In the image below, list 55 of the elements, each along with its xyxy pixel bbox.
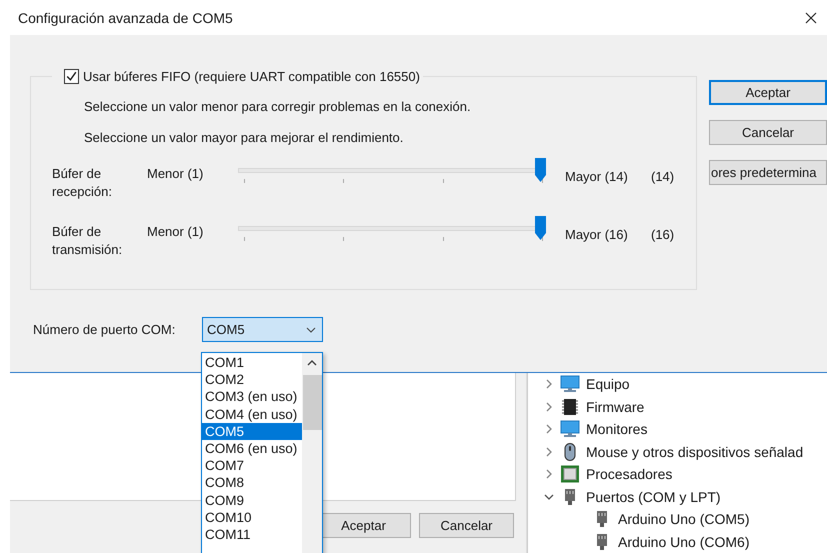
chevron-down-icon[interactable]: [544, 492, 554, 502]
dropdown-option[interactable]: COM2: [202, 371, 302, 388]
chevron-right-icon[interactable]: [544, 402, 554, 412]
dropdown-option[interactable]: COM5: [202, 422, 302, 440]
dialog-button[interactable]: Cancelar: [709, 120, 827, 145]
tree-item[interactable]: Firmware: [586, 398, 644, 415]
slider-thumb[interactable]: [535, 158, 546, 182]
max-label: Mayor (14): [565, 168, 629, 184]
value-label: (14): [651, 168, 676, 184]
dropdown-option[interactable]: COM4 (en uso): [202, 406, 302, 423]
monitor-icon: [560, 420, 580, 438]
hint-text: Seleccione un valor mayor para mejorar el rendimiento.: [84, 130, 404, 145]
slider-thumb[interactable]: [535, 216, 546, 240]
checkbox-label: Usar búferes FIFO (requiere UART compatible con 16550): [83, 69, 420, 84]
dropdown-option[interactable]: COM11: [202, 526, 302, 544]
scroll-thumb[interactable]: [302, 375, 322, 430]
tree-item[interactable]: Mouse y otros dispositivos señalad: [586, 444, 804, 460]
chip-icon: [560, 398, 580, 416]
tree-item[interactable]: Procesadores: [586, 466, 672, 482]
chevron-right-icon[interactable]: [544, 469, 554, 480]
dialog-button[interactable]: ores predetermina: [709, 160, 827, 185]
close-icon[interactable]: [805, 12, 817, 24]
processor-icon: [560, 465, 580, 484]
dropdown-option[interactable]: COM3 (en uso): [202, 388, 302, 406]
port-dropdown[interactable]: COM5: [202, 317, 323, 342]
hint-text: Seleccione un valor menor para corregir problemas en la conexión.: [84, 99, 472, 114]
caret-icon: [306, 326, 316, 332]
chevron-right-icon[interactable]: [544, 424, 554, 434]
scrollbar[interactable]: [302, 353, 322, 553]
port-label: Número de puerto COM:: [33, 322, 176, 337]
dropdown-option[interactable]: COM6 (en uso): [202, 440, 302, 458]
min-label: Menor (1): [147, 165, 204, 181]
dropdown-option[interactable]: COM8: [202, 474, 302, 492]
dropdown-option[interactable]: COM10: [202, 508, 302, 526]
value-label: (16): [651, 226, 676, 242]
tree-item[interactable]: Equipo: [586, 376, 630, 392]
dialog-button[interactable]: Cancelar: [419, 513, 514, 538]
dropdown-option[interactable]: COM9: [202, 492, 302, 509]
buffer-label: Búfer de recepción:: [52, 165, 113, 201]
chevron-right-icon[interactable]: [544, 379, 554, 390]
min-label: Menor (1): [147, 223, 204, 239]
buffer-label: Búfer de transmisión:: [52, 223, 124, 259]
dropdown-option[interactable]: COM7: [202, 457, 302, 474]
max-label: Mayor (16): [565, 226, 629, 242]
dialog-button[interactable]: Aceptar: [709, 80, 827, 105]
tree-item[interactable]: Arduino Uno (COM5): [618, 511, 750, 528]
tree-item[interactable]: Arduino Uno (COM6): [618, 534, 750, 550]
monitor-icon: [560, 375, 580, 394]
tree-item[interactable]: Monitores: [586, 421, 648, 438]
chevron-right-icon[interactable]: [544, 446, 554, 457]
scroll-up-icon[interactable]: [307, 360, 317, 366]
checkbox[interactable]: [64, 69, 79, 84]
window-title: Configuración avanzada de COM5: [18, 10, 233, 26]
dropdown-option[interactable]: COM1: [202, 354, 302, 372]
tree-item[interactable]: Puertos (COM y LPT): [586, 488, 721, 505]
